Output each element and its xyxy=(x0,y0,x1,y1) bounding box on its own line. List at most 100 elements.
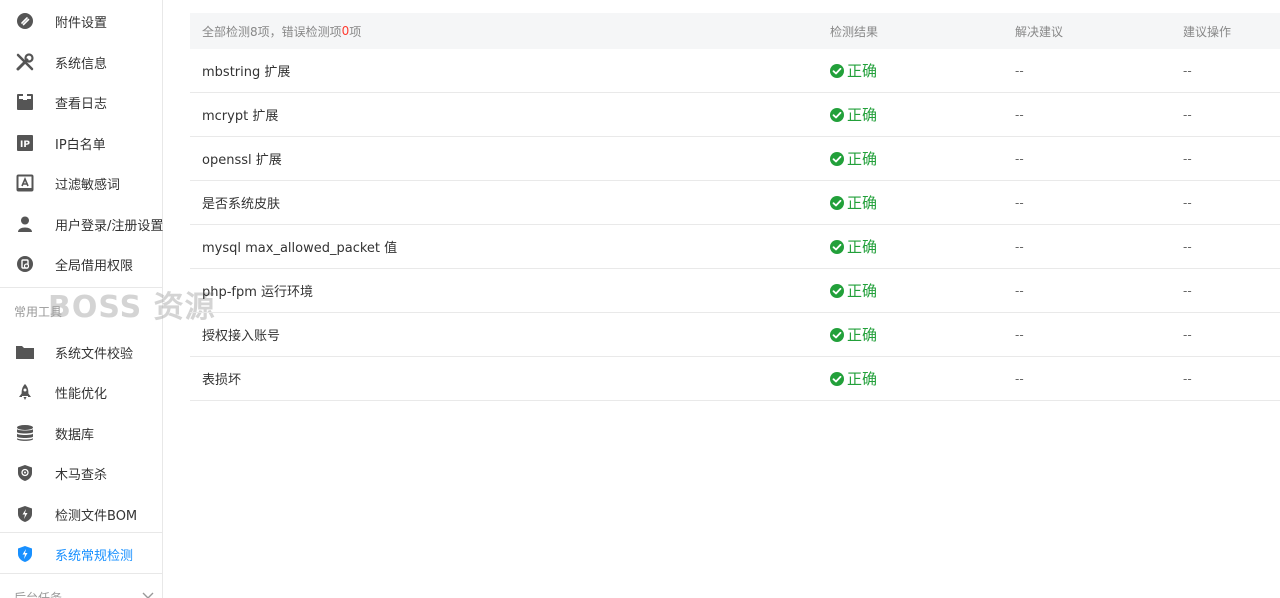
result-text: 正确 xyxy=(847,370,878,388)
sidebar-item-performance[interactable]: 性能优化 xyxy=(0,372,163,412)
suggestion-cell: -- xyxy=(1015,283,1024,298)
chevron-down-icon[interactable] xyxy=(141,588,155,598)
check-result: 正确 xyxy=(830,357,877,400)
action-cell: -- xyxy=(1183,283,1192,298)
check-item-name: mysql max_allowed_packet 值 xyxy=(202,241,398,256)
check-results-table: 全部检测8项，错误检测项 0 项 检测结果 解决建议 建议操作 mbstring 扩… xyxy=(190,13,1280,401)
database-icon xyxy=(15,423,35,443)
sidebar-item-user-login[interactable]: 用户登录/注册设置 xyxy=(0,204,163,244)
table-row: mysql max_allowed_packet 值 正确 -- -- xyxy=(190,225,1280,269)
check-item-name: mcrypt 扩展 xyxy=(202,109,279,124)
table-row: mbstring 扩展 正确 -- -- xyxy=(190,49,1280,93)
result-ok: 正确 xyxy=(830,148,877,169)
table-row: mcrypt 扩展 正确 -- -- xyxy=(190,93,1280,137)
summary-text: 全部检测8项，错误检测项 xyxy=(202,24,342,39)
sidebar-item-label: 系统信息 xyxy=(55,56,108,72)
sidebar-item-label: 木马查杀 xyxy=(55,467,108,483)
check-result: 正确 xyxy=(830,225,877,268)
sidebar-item-label: 查看日志 xyxy=(55,96,108,112)
action-cell: -- xyxy=(1183,371,1192,386)
sidebar-item-attachment[interactable]: 附件设置 xyxy=(0,1,163,41)
sidebar-item-database[interactable]: 数据库 xyxy=(0,413,163,453)
check-circle-icon xyxy=(830,151,844,166)
result-ok: 正确 xyxy=(830,324,877,345)
table-row: 表损坏 正确 -- -- xyxy=(190,357,1280,401)
check-circle-icon xyxy=(830,327,844,342)
check-circle-icon xyxy=(830,371,844,386)
table-row: openssl 扩展 正确 -- -- xyxy=(190,137,1280,181)
sidebar-item-system-check[interactable]: 系统常规检测 xyxy=(0,534,163,574)
suggestion-cell: -- xyxy=(1015,195,1024,210)
action-cell: -- xyxy=(1183,239,1192,254)
check-item-name: 表损坏 xyxy=(202,373,242,388)
sidebar-item-bom-check[interactable]: 检测文件BOM xyxy=(0,494,163,534)
result-text: 正确 xyxy=(847,150,878,168)
suggestion-cell: -- xyxy=(1015,327,1024,342)
rocket-icon xyxy=(15,382,35,402)
folder-icon xyxy=(15,342,35,362)
section-divider xyxy=(0,532,163,533)
svg-text:IP: IP xyxy=(20,140,30,150)
user-icon xyxy=(15,214,35,234)
sidebar-item-system-info[interactable]: 系统信息 xyxy=(0,42,163,82)
check-result: 正确 xyxy=(830,181,877,224)
log-book-icon xyxy=(15,92,35,112)
sidebar-item-label: 检测文件BOM xyxy=(55,508,138,524)
attachment-icon xyxy=(15,11,35,31)
check-circle-icon xyxy=(830,239,844,254)
suggestion-cell: -- xyxy=(1015,151,1024,166)
wrench-tools-icon xyxy=(15,52,35,72)
table-row: php-fpm 运行环境 正确 -- -- xyxy=(190,269,1280,313)
shield-scan-icon xyxy=(15,463,35,483)
sidebar-item-label: 附件设置 xyxy=(55,15,108,31)
check-result: 正确 xyxy=(830,49,877,92)
result-ok: 正确 xyxy=(830,368,877,389)
check-result: 正确 xyxy=(830,93,877,136)
sidebar-item-label: IP白名单 xyxy=(55,137,106,153)
sidebar-item-view-log[interactable]: 查看日志 xyxy=(0,82,163,122)
table-body: mbstring 扩展 正确 -- -- mcrypt 扩展 正确 -- -- … xyxy=(190,49,1280,401)
sidebar-item-label: 用户登录/注册设置 xyxy=(55,218,164,234)
sidebar-item-label: 系统常规检测 xyxy=(55,548,134,564)
suggestion-cell: -- xyxy=(1015,239,1024,254)
result-text: 正确 xyxy=(847,194,878,212)
sidebar-item-trojan-scan[interactable]: 木马查杀 xyxy=(0,453,163,493)
sidebar-item-ip-whitelist[interactable]: IP IP白名单 xyxy=(0,123,163,163)
summary-header: 全部检测8项，错误检测项 0 项 xyxy=(202,13,361,49)
result-ok: 正确 xyxy=(830,60,877,81)
action-cell: -- xyxy=(1183,107,1192,122)
permission-icon xyxy=(15,254,35,274)
section-title-background-tasks[interactable]: 后台任务 xyxy=(14,589,62,598)
result-text: 正确 xyxy=(847,282,878,300)
ip-icon: IP xyxy=(15,133,35,153)
result-text: 正确 xyxy=(847,326,878,344)
sidebar-item-file-check[interactable]: 系统文件校验 xyxy=(0,332,163,372)
sidebar-item-label: 数据库 xyxy=(55,427,95,443)
sidebar-item-filter-words[interactable]: 过滤敏感词 xyxy=(0,163,163,203)
result-text: 正确 xyxy=(847,106,878,124)
check-item-name: php-fpm 运行环境 xyxy=(202,285,314,300)
section-title-tools[interactable]: 常用工具 xyxy=(14,303,62,320)
result-header: 检测结果 xyxy=(830,24,879,39)
action-cell: -- xyxy=(1183,195,1192,210)
check-item-name: mbstring 扩展 xyxy=(202,65,291,80)
result-ok: 正确 xyxy=(830,280,877,301)
action-cell: -- xyxy=(1183,151,1192,166)
sidebar-item-label: 全局借用权限 xyxy=(55,258,134,274)
table-row: 授权接入账号 正确 -- -- xyxy=(190,313,1280,357)
sidebar-item-label: 系统文件校验 xyxy=(55,346,134,362)
result-ok: 正确 xyxy=(830,104,877,125)
check-circle-icon xyxy=(830,283,844,298)
result-ok: 正确 xyxy=(830,236,877,257)
result-text: 正确 xyxy=(847,62,878,80)
check-item-name: 授权接入账号 xyxy=(202,329,281,344)
sidebar-item-global-permission[interactable]: 全局借用权限 xyxy=(0,244,163,284)
check-result: 正确 xyxy=(830,269,877,312)
suggestion-cell: -- xyxy=(1015,371,1024,386)
check-circle-icon xyxy=(830,195,844,210)
action-cell: -- xyxy=(1183,327,1192,342)
filter-words-icon xyxy=(15,173,35,193)
summary-suffix: 项 xyxy=(349,24,362,39)
check-item-name: 是否系统皮肤 xyxy=(202,197,281,212)
sidebar-item-label: 过滤敏感词 xyxy=(55,177,121,193)
